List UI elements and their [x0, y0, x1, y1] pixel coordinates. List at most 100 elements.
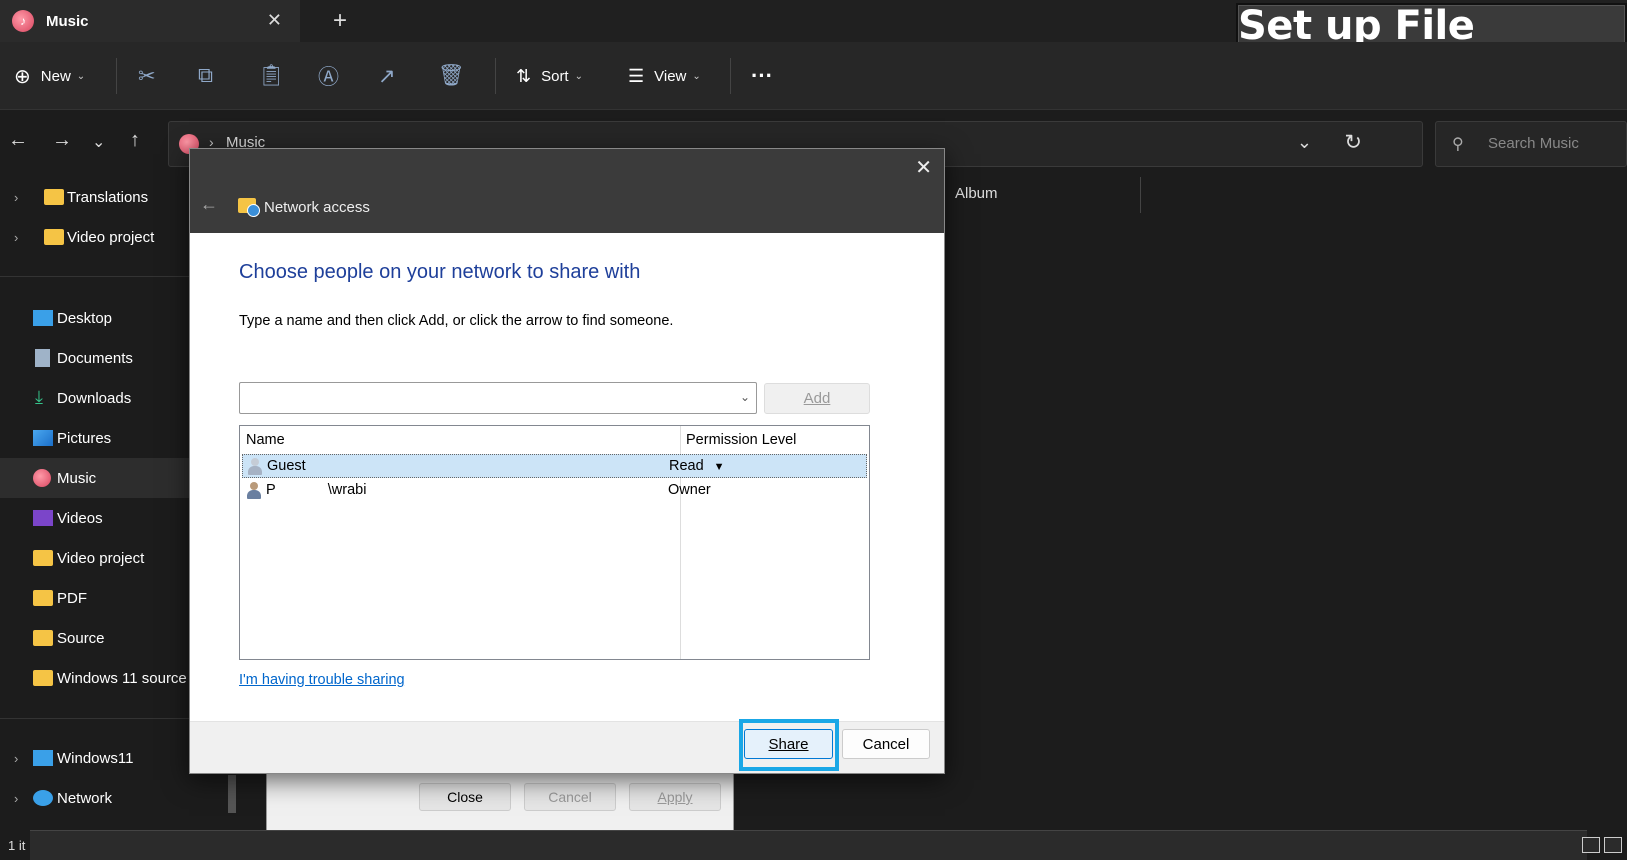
search-icon: ⚲ — [1452, 136, 1464, 153]
sidebar-item-label: Pictures — [57, 429, 112, 447]
sort-icon: ⇅ — [516, 65, 532, 86]
back-arrow-icon[interactable]: ← — [8, 129, 28, 152]
download-icon: ⤓ — [35, 387, 43, 407]
ellipsis-icon[interactable]: ··· — [751, 59, 773, 93]
chevron-down-icon[interactable]: ⌄ — [740, 390, 750, 404]
table-row[interactable]: P \wrabi Owner — [242, 479, 867, 503]
sidebar-item-label: Videos — [57, 509, 103, 527]
add-label: Add — [803, 390, 831, 407]
status-bar: 1 it — [0, 830, 1627, 860]
sidebar-item-label: Music — [57, 469, 97, 487]
back-arrow-icon[interactable]: ← — [200, 194, 218, 215]
column-header-name[interactable]: Name — [246, 432, 285, 448]
share-list: Name Permission Level Guest Read ▼ P \wra… — [239, 425, 870, 660]
list-view-icon: ☰ — [628, 65, 645, 86]
sidebar-item-label: PDF — [57, 589, 87, 607]
rename-icon[interactable]: Ⓐ — [318, 59, 339, 93]
close-icon[interactable]: ✕ — [267, 10, 282, 31]
column-header-permission[interactable]: Permission Level — [686, 432, 796, 448]
copy-icon[interactable]: ⧉ — [198, 59, 213, 93]
user-icon — [248, 458, 262, 475]
chevron-down-icon: ⌄ — [76, 70, 86, 82]
cancel-button[interactable]: Cancel — [842, 729, 930, 759]
dialog-title: Network access — [264, 199, 370, 216]
music-icon — [33, 469, 51, 487]
user-icon — [247, 482, 261, 499]
sidebar-item-label: Windows 11 source — [57, 669, 187, 687]
dialog-instruction: Type a name and then click Add, or click… — [239, 313, 674, 329]
dialog-heading: Choose people on your network to share w… — [239, 261, 641, 283]
details-view-icon[interactable] — [1582, 837, 1600, 853]
trouble-sharing-link[interactable]: I'm having trouble sharing — [239, 672, 405, 688]
network-icon — [33, 790, 53, 806]
column-header-album[interactable]: Album — [955, 185, 998, 202]
permission-level: Owner — [668, 482, 711, 498]
search-input[interactable]: Search Music — [1488, 135, 1579, 152]
add-button[interactable]: Add — [764, 383, 870, 414]
dialog-header: ✕ ← Network access — [190, 149, 944, 233]
forward-arrow-icon[interactable]: → — [52, 129, 72, 152]
chevron-right-icon[interactable]: › — [14, 230, 18, 245]
pc-icon — [33, 750, 53, 766]
sidebar-item-label: Windows11 — [57, 749, 134, 767]
pictures-icon — [33, 430, 53, 446]
permission-level: Read — [669, 458, 704, 474]
sort-label: Sort — [541, 67, 569, 85]
caret-down-icon[interactable]: ▼ — [714, 461, 725, 473]
permission-dropdown[interactable]: Read ▼ — [669, 458, 725, 474]
recent-chevron-icon[interactable]: ⌄ — [92, 132, 105, 152]
up-arrow-icon[interactable]: ↑ — [130, 129, 140, 152]
paste-icon[interactable]: 📋︎ — [258, 59, 285, 93]
tiles-view-icon[interactable] — [1604, 837, 1622, 853]
search-box[interactable]: ⚲ Search Music — [1435, 121, 1627, 167]
column-divider — [1140, 177, 1141, 213]
chevron-right-icon[interactable]: › — [14, 751, 18, 766]
tab-music[interactable]: ♪ Music ✕ — [0, 0, 300, 42]
close-button[interactable]: Close — [419, 783, 511, 811]
tab-title: Music — [46, 12, 89, 30]
refresh-icon[interactable]: ↻ — [1344, 130, 1362, 155]
sidebar-item-label: Video project — [67, 228, 155, 246]
chevron-down-icon[interactable]: ⌄ — [1297, 132, 1312, 153]
status-overlay — [30, 830, 1587, 860]
sidebar-item-label: Downloads — [57, 389, 132, 407]
chevron-down-icon: ⌄ — [574, 70, 583, 82]
share-button-highlight — [739, 719, 839, 771]
sidebar-item-label: Network — [57, 789, 113, 807]
network-folder-icon — [238, 198, 260, 217]
table-row[interactable]: Guest Read ▼ — [242, 454, 867, 478]
cut-icon[interactable]: ✂ — [138, 59, 156, 93]
view-button[interactable]: ☰ View ⌄ — [628, 59, 701, 93]
toolbar-divider — [730, 58, 731, 94]
share-icon[interactable]: ↗ — [378, 59, 396, 93]
folder-icon — [33, 670, 53, 686]
folder-icon — [33, 590, 53, 606]
music-icon: ♪ — [12, 10, 34, 32]
plus-icon[interactable]: + — [333, 7, 347, 35]
sidebar-item-label: Video project — [57, 549, 145, 567]
chevron-down-icon: ⌄ — [692, 70, 701, 82]
cancel-button[interactable]: Cancel — [524, 783, 616, 811]
user-name-combobox[interactable]: ⌄ — [239, 382, 757, 414]
folder-icon — [33, 550, 53, 566]
chevron-right-icon[interactable]: › — [14, 190, 18, 205]
new-button[interactable]: ⊕ New ⌄ — [14, 59, 85, 93]
sidebar-item-network[interactable]: › Network — [0, 778, 235, 818]
folder-icon — [44, 229, 64, 245]
desktop-icon — [33, 310, 53, 326]
scrollbar-thumb[interactable] — [228, 775, 236, 813]
sort-button[interactable]: ⇅ Sort ⌄ — [516, 59, 583, 93]
videos-icon — [33, 510, 53, 526]
user-name: Guest — [267, 458, 306, 474]
documents-icon — [35, 349, 50, 367]
sidebar-item-label: Desktop — [57, 309, 113, 327]
close-icon[interactable]: ✕ — [915, 155, 932, 180]
folder-icon — [44, 189, 64, 205]
item-count: 1 it — [8, 838, 26, 853]
delete-icon[interactable]: 🗑︎ — [438, 59, 465, 93]
toolbar-divider — [116, 58, 117, 94]
chevron-right-icon[interactable]: › — [14, 791, 18, 806]
apply-button[interactable]: Apply — [629, 783, 721, 811]
folder-icon — [33, 630, 53, 646]
toolbar-divider — [495, 58, 496, 94]
